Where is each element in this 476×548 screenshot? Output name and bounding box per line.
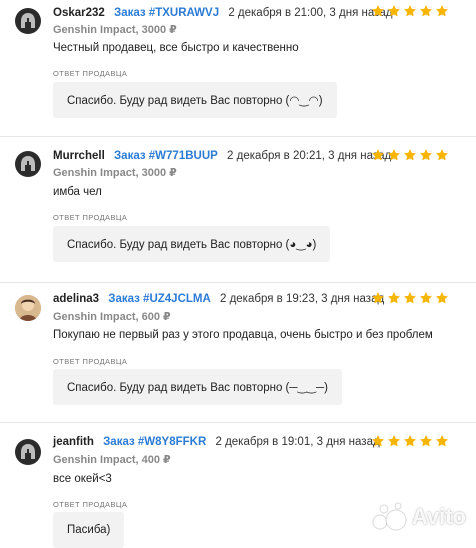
star-icon <box>420 435 432 447</box>
review-header: Murrchell Заказ #W771BUUP 2 декабря в 20… <box>53 150 391 162</box>
star-icon <box>372 5 384 17</box>
review-text: Покупаю не первый раз у этого продавца, … <box>53 329 433 341</box>
game-price: Genshin Impact, 3000 ₽ <box>53 24 177 36</box>
order-link[interactable]: Заказ #TXURAWVJ <box>114 7 219 19</box>
review-card: adelina3 Заказ #UZ4JCLMA 2 декабря в 19:… <box>0 282 476 423</box>
seller-reply: Спасибо. Буду рад видеть Вас повторно (◕… <box>53 226 331 262</box>
avatar[interactable] <box>15 151 41 177</box>
order-link[interactable]: Заказ #W771BUUP <box>114 150 218 162</box>
seller-reply-label: ОТВЕТ ПРОДАВЦА <box>53 357 128 366</box>
reviewer-nick[interactable]: Oskar232 <box>53 7 105 19</box>
avito-watermark-text: Avito <box>411 504 466 529</box>
review-header: Oskar232 Заказ #TXURAWVJ 2 декабря в 21:… <box>53 7 393 19</box>
order-label: Заказ <box>103 436 135 448</box>
star-icon <box>420 292 432 304</box>
reviewer-nick[interactable]: jeanfith <box>53 436 94 448</box>
star-icon <box>436 435 448 447</box>
star-icon <box>404 435 416 447</box>
game-price: Genshin Impact, 3000 ₽ <box>53 167 177 179</box>
star-icon <box>404 292 416 304</box>
star-icon <box>388 149 400 161</box>
helmet-avatar-icon <box>21 13 35 28</box>
order-label: Заказ <box>113 150 146 162</box>
review-header: jeanfith Заказ #W8Y8FFKR 2 декабря в 19:… <box>53 436 380 448</box>
star-icon <box>404 149 416 161</box>
star-icon <box>436 5 448 17</box>
review-date: 2 декабря в 19:23, 3 дня назад <box>219 293 385 305</box>
star-icon <box>420 5 432 17</box>
helmet-avatar-icon <box>21 156 35 171</box>
review-date: 2 декабря в 21:00, 3 дня назад <box>228 7 393 19</box>
review-text: все окей<3 <box>53 473 112 485</box>
star-icon <box>436 292 448 304</box>
star-icon <box>372 149 384 161</box>
seller-reply: Спасибо. Буду рад видеть Вас повторно (◠… <box>53 82 337 118</box>
star-icon <box>420 149 432 161</box>
star-icon <box>388 5 400 17</box>
order-label: Заказ <box>114 7 146 19</box>
game-price: Genshin Impact, 600 ₽ <box>53 311 171 323</box>
helmet-avatar-icon <box>21 444 35 459</box>
order-id: #UZ4JCLMA <box>143 293 211 305</box>
avatar[interactable] <box>15 8 41 34</box>
avatar[interactable] <box>15 439 41 465</box>
star-icon <box>388 435 400 447</box>
order-link[interactable]: Заказ #UZ4JCLMA <box>108 293 211 305</box>
review-card: Oskar232 Заказ #TXURAWVJ 2 декабря в 21:… <box>0 0 476 136</box>
avatar[interactable] <box>15 295 41 321</box>
rating-stars <box>371 4 449 18</box>
order-id: #W771BUUP <box>148 150 218 162</box>
rating-stars <box>371 434 449 448</box>
order-id: #TXURAWVJ <box>148 7 220 19</box>
seller-reply-label: ОТВЕТ ПРОДАВЦА <box>53 500 128 509</box>
reviewer-nick[interactable]: adelina3 <box>53 293 99 305</box>
rating-stars <box>371 148 449 162</box>
seller-reply-label: ОТВЕТ ПРОДАВЦА <box>53 69 128 78</box>
order-id: #W8Y8FFKR <box>137 436 207 448</box>
seller-reply: Спасибо. Буду рад видеть Вас повторно (─… <box>53 369 343 405</box>
user-photo-avatar-icon <box>15 295 41 321</box>
star-icon <box>388 292 400 304</box>
game-price: Genshin Impact, 400 ₽ <box>53 454 171 466</box>
star-icon <box>404 5 416 17</box>
star-icon <box>436 149 448 161</box>
review-date: 2 декабря в 20:21, 3 дня назад <box>227 150 392 162</box>
star-icon <box>372 435 384 447</box>
review-date: 2 декабря в 19:01, 3 дня назад <box>215 436 380 448</box>
review-card: Murrchell Заказ #W771BUUP 2 декабря в 20… <box>0 136 476 283</box>
order-label: Заказ <box>108 293 140 305</box>
avito-watermark: Avito <box>372 502 466 532</box>
seller-reply: Пасиба) <box>53 512 125 548</box>
order-link[interactable]: Заказ #W8Y8FFKR <box>103 436 206 448</box>
review-text: Честный продавец, все быстро и качествен… <box>53 42 299 54</box>
avito-logo-icon <box>372 502 407 531</box>
reviewer-nick[interactable]: Murrchell <box>53 150 105 162</box>
review-header: adelina3 Заказ #UZ4JCLMA 2 декабря в 19:… <box>53 293 384 305</box>
star-icon <box>372 292 384 304</box>
rating-stars <box>371 291 449 305</box>
review-text: имба чел <box>53 186 102 198</box>
seller-reply-label: ОТВЕТ ПРОДАВЦА <box>53 213 128 222</box>
